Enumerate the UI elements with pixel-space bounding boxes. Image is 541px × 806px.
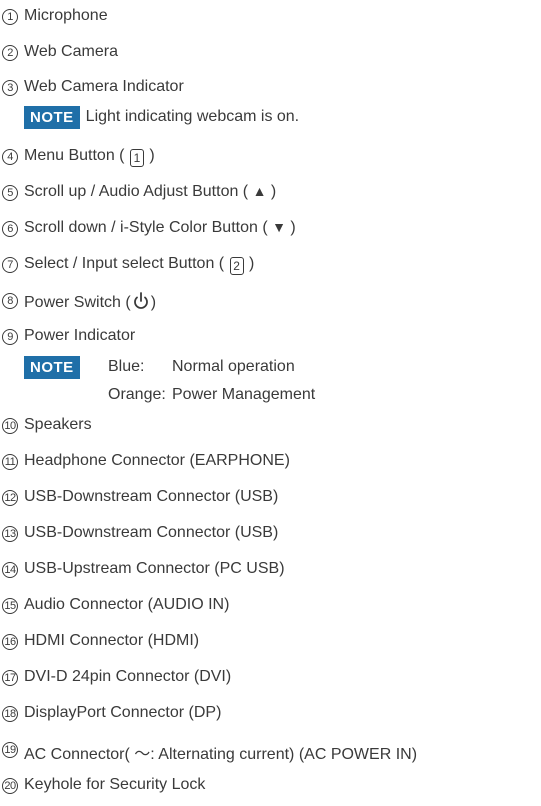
item-label: Power Indicator [24,327,136,344]
legend-color: Orange: [108,386,166,403]
item-label: Web Camera [24,43,118,60]
item-label: USB-Upstream Connector (PC USB) [24,560,285,577]
item-number: 2 [0,43,20,63]
legend-meaning: Normal operation [172,358,295,375]
item-label: Web Camera Indicator [24,78,184,95]
power-legend-row: Blue: Normal operation [108,358,295,376]
down-triangle-icon: ▼ [272,219,286,235]
power-icon [131,291,151,316]
up-triangle-icon: ▲ [252,183,267,199]
item-label: Audio Connector (AUDIO IN) [24,596,230,613]
item-number: 12 [0,488,20,508]
item-label: Scroll down / i-Style Color Button ( ▼ ) [24,219,296,236]
note-badge: NOTE [24,105,80,129]
item-label: Microphone [24,7,108,24]
ac-tilde-icon: ～ [134,746,151,763]
item-label: USB-Downstream Connector (USB) [24,524,279,541]
item-label: AC Connector( ～: Alternating current) (A… [24,746,418,763]
item-number: 3 [0,78,20,98]
item-number: 16 [0,632,20,652]
item-label: Keyhole for Security Lock [24,776,206,793]
item-label: Headphone Connector (EARPHONE) [24,452,290,469]
item-number: 9 [0,327,20,347]
note-badge: NOTE [24,355,80,379]
item-label: Power Switch () [24,291,156,316]
item-number: 5 [0,183,20,203]
item-number: 14 [0,560,20,580]
power-legend-row: Orange: Power Management [108,386,315,404]
item-number: 15 [0,596,20,616]
item-number: 8 [0,291,20,311]
item-number: 11 [0,452,20,472]
note-power: NOTE [24,354,80,380]
item-label: Menu Button ( 1 ) [24,147,155,167]
item-number: 10 [0,416,20,436]
select-key-icon: 2 [229,257,244,275]
legend-color: Blue: [108,358,145,375]
note-webcam: NOTE Light indicating webcam is on. [24,104,299,130]
note-text: Light indicating webcam is on. [85,108,300,125]
item-label: HDMI Connector (HDMI) [24,632,200,649]
item-number: 20 [0,776,20,796]
item-number: 18 [0,704,20,724]
item-number: 19 [0,740,20,760]
item-label: Scroll up / Audio Adjust Button ( ▲ ) [24,183,277,200]
item-number: 1 [0,7,20,27]
item-label: Speakers [24,416,92,433]
item-label: Select / Input select Button ( 2 ) [24,255,255,275]
item-label: USB-Downstream Connector (USB) [24,488,279,505]
menu-key-icon: 1 [129,149,144,167]
item-label: DisplayPort Connector (DP) [24,704,222,721]
legend-meaning: Power Management [172,386,316,403]
item-number: 4 [0,147,20,167]
item-number: 6 [0,219,20,239]
item-number: 17 [0,668,20,688]
item-number: 13 [0,524,20,544]
item-number: 7 [0,255,20,275]
item-label: DVI-D 24pin Connector (DVI) [24,668,232,685]
